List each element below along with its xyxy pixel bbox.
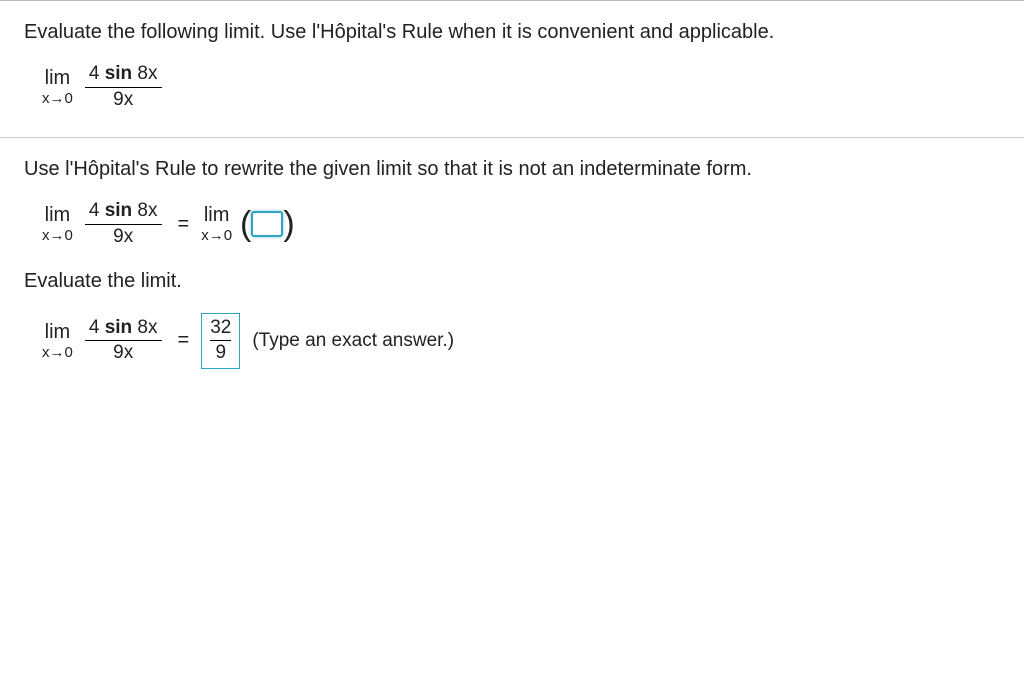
question-prompt: Evaluate the following limit. Use l'Hôpi… bbox=[24, 21, 1000, 44]
fraction: 4 sin 8x 9x bbox=[85, 201, 162, 248]
limit-operator: lim x→0 bbox=[42, 205, 73, 243]
question-limit-expression: lim x→0 4 sin 8x 9x bbox=[42, 64, 1000, 111]
answer-input-2[interactable]: 32 9 bbox=[201, 313, 240, 370]
part2-instruction: Evaluate the limit. bbox=[24, 270, 1000, 293]
numerator: 4 sin 8x bbox=[85, 64, 162, 87]
equals-sign: = bbox=[178, 213, 190, 236]
answer-section: Use l'Hôpital's Rule to rewrite the give… bbox=[0, 138, 1024, 396]
limit-operator: lim x→0 bbox=[42, 68, 73, 106]
limit-operator-rhs: lim x→0 bbox=[201, 205, 232, 243]
fraction: 4 sin 8x 9x bbox=[85, 64, 162, 111]
answer-numerator: 32 bbox=[210, 318, 231, 341]
fraction: 4 sin 8x 9x bbox=[85, 318, 162, 365]
paren-right: ) bbox=[283, 209, 294, 240]
equals-sign: = bbox=[178, 329, 190, 352]
answer-input-1[interactable] bbox=[251, 211, 283, 237]
input-parentheses: ( ) bbox=[240, 209, 295, 240]
question-section: Evaluate the following limit. Use l'Hôpi… bbox=[0, 1, 1024, 137]
paren-left: ( bbox=[240, 209, 251, 240]
answer-denominator: 9 bbox=[210, 340, 231, 364]
lim-approach: x→0 bbox=[42, 91, 73, 106]
limit-operator: lim x→0 bbox=[42, 322, 73, 360]
denominator: 9x bbox=[85, 87, 162, 111]
part1-equation: lim x→0 4 sin 8x 9x = lim x→0 ( ) bbox=[42, 201, 1000, 248]
lim-label: lim bbox=[45, 68, 71, 88]
part2-equation: lim x→0 4 sin 8x 9x = 32 9 (Type an exac… bbox=[42, 313, 1000, 370]
answer-hint: (Type an exact answer.) bbox=[252, 330, 454, 352]
part1-instruction: Use l'Hôpital's Rule to rewrite the give… bbox=[24, 158, 1000, 181]
